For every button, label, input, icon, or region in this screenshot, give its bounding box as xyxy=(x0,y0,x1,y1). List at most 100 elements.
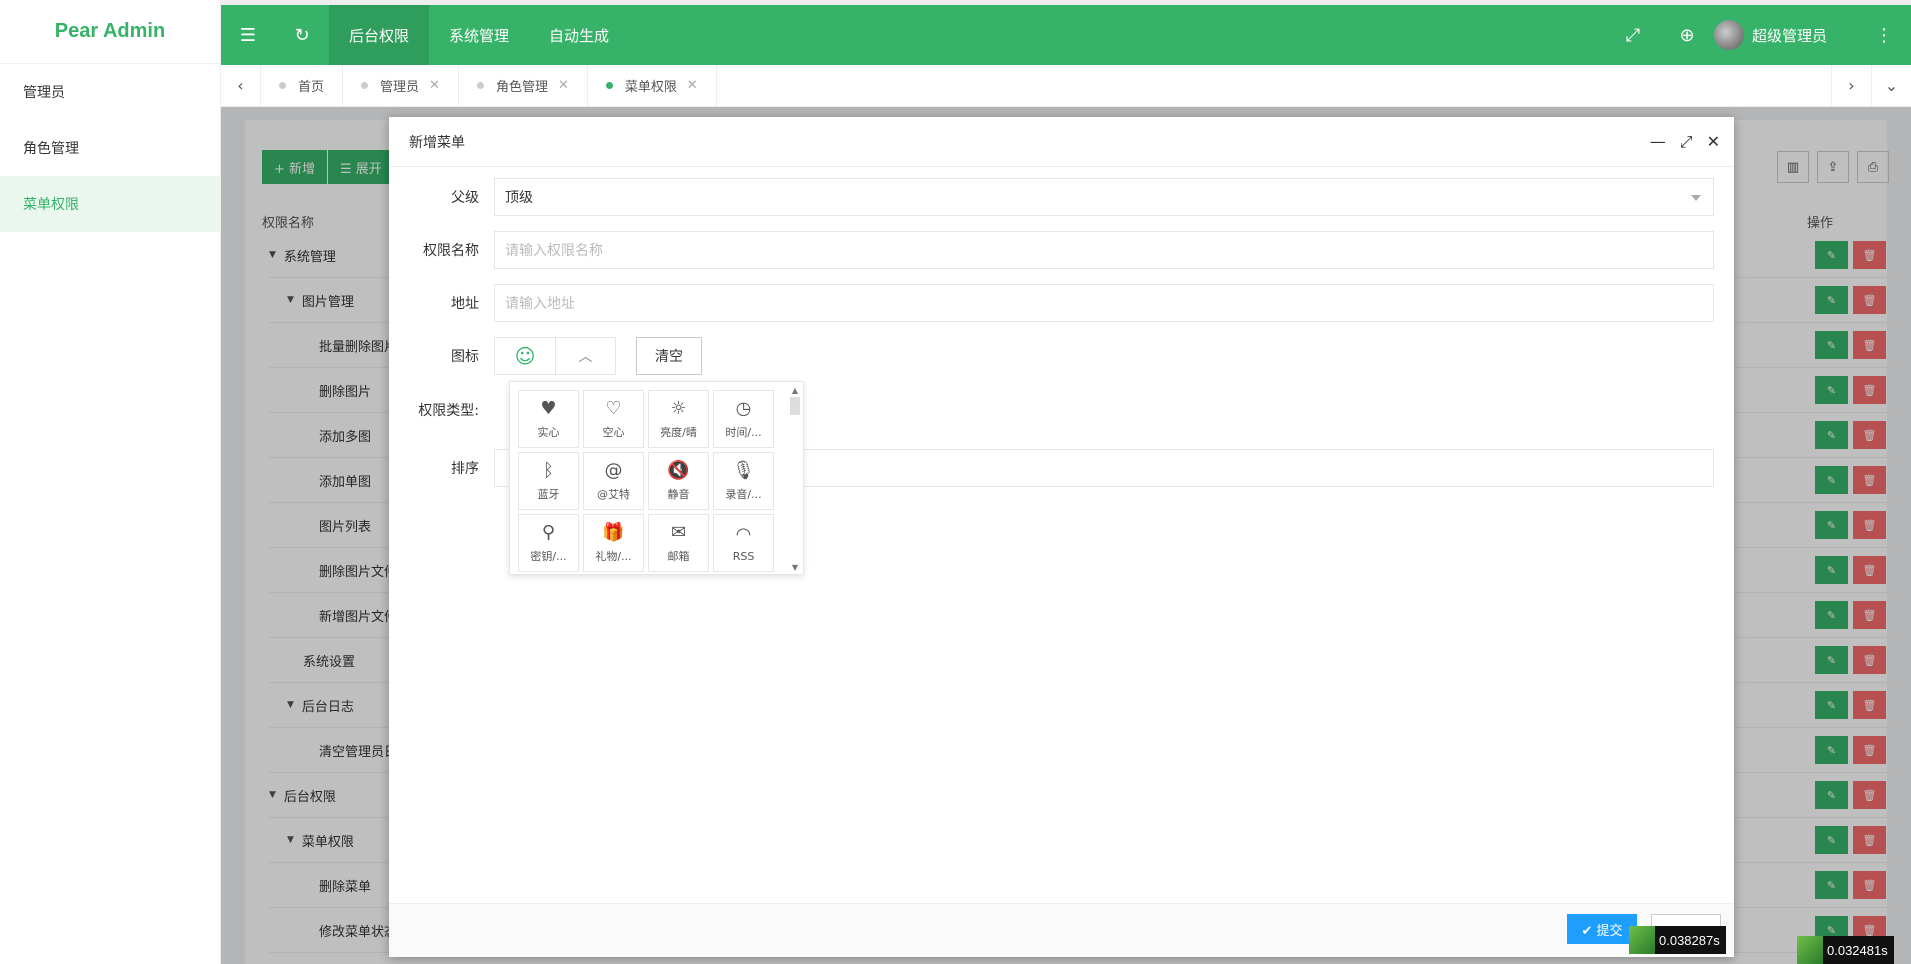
icon-dropdown-panel: ♥ 实心 ♡ 空心 ☼ 亮度/晴 ◷ 时间/... ᛒ 蓝牙 @ @艾特 🔇 静音 🎙 录音/... ⚲ 密钥/.… xyxy=(509,381,804,575)
parent-select[interactable]: 顶级 xyxy=(494,178,1714,216)
tab-dot xyxy=(361,82,369,89)
nav-system-management[interactable]: 系统管理 xyxy=(429,5,529,65)
icon-option-label: 录音/... xyxy=(725,488,762,501)
icon-glyph: ◷ xyxy=(735,398,752,419)
menu-toggle-icon[interactable]: ☰ xyxy=(221,5,275,65)
icon-option-label: 静音 xyxy=(667,488,690,501)
icon-glyph: ᛒ xyxy=(543,460,554,481)
icon-option[interactable]: ☼ 亮度/晴 xyxy=(648,390,709,448)
tab-scroll-left-icon[interactable]: ‹ xyxy=(221,64,261,107)
icon-label: 图标 xyxy=(451,349,479,365)
icon-option[interactable]: 🔇 静音 xyxy=(648,452,709,510)
dialog-footer: ✔ 提交 xyxy=(389,903,1734,957)
icon-option[interactable]: 🎙 录音/... xyxy=(713,452,774,510)
tab-dot xyxy=(476,82,484,89)
icon-glyph: ◠ xyxy=(735,523,752,545)
tab-scroll-right-icon[interactable]: › xyxy=(1831,64,1871,107)
icon-option-label: 实心 xyxy=(537,426,560,439)
icon-option[interactable]: ♥ 实心 xyxy=(518,390,579,448)
timer-value: 0.032481s xyxy=(1827,942,1888,958)
icon-option-label: 邮箱 xyxy=(667,550,690,563)
refresh-icon[interactable]: ↻ xyxy=(275,5,329,65)
icon-option-label: 礼物/... xyxy=(595,550,632,563)
globe-icon[interactable]: ⊕ xyxy=(1660,5,1714,65)
icon-option[interactable]: ◷ 时间/... xyxy=(713,390,774,448)
top-header: ☰ ↻ 后台权限 系统管理 自动生成 ⤢ ⊕ 超级管理员 ⋮ xyxy=(221,5,1911,65)
url-input[interactable]: 请输入地址 xyxy=(494,284,1714,322)
clear-icon-button[interactable]: 清空 xyxy=(636,337,702,375)
chevron-down-icon xyxy=(1691,195,1701,201)
dialog-title: 新增菜单 xyxy=(409,134,465,151)
type-label: 权限类型: xyxy=(418,403,479,419)
sidebar-item-admins[interactable]: 管理员 xyxy=(0,64,220,120)
icon-option[interactable]: 🎁 礼物/... xyxy=(583,514,644,572)
fullscreen-icon[interactable]: ⤢ xyxy=(1606,5,1660,65)
timer-badge: 0.032481s xyxy=(1797,936,1894,964)
scroll-down-icon[interactable]: ▼ xyxy=(789,563,801,572)
close-icon[interactable]: ✕ xyxy=(687,78,698,93)
icon-glyph: ☼ xyxy=(670,398,687,419)
close-icon[interactable]: ✕ xyxy=(429,78,440,93)
icon-option-label: 时间/... xyxy=(725,426,762,439)
nav-auto-generate[interactable]: 自动生成 xyxy=(529,5,629,65)
maximize-icon[interactable]: ⤢ xyxy=(1680,132,1693,152)
scroll-thumb[interactable] xyxy=(790,397,800,415)
icon-glyph: ⚲ xyxy=(541,522,556,543)
icon-picker[interactable]: ☺ ︿ xyxy=(494,337,616,375)
tab-menu-permissions[interactable]: 菜单权限 ✕ xyxy=(588,64,717,107)
scroll-up-icon[interactable]: ▲ xyxy=(789,386,801,395)
tab-home[interactable]: 首页 xyxy=(261,64,344,107)
timer-logo-icon xyxy=(1797,936,1823,964)
icon-glyph: 🔇 xyxy=(667,460,690,481)
more-icon[interactable]: ⋮ xyxy=(1857,5,1911,65)
timer-badge: 0.038287s xyxy=(1629,926,1726,954)
scrollbar[interactable]: ▲ ▼ xyxy=(789,386,801,572)
tab-label: 菜单权限 xyxy=(624,80,677,95)
icon-option-label: 蓝牙 xyxy=(537,488,560,501)
icon-option[interactable]: ♡ 空心 xyxy=(583,390,644,448)
sidebar-item-roles[interactable]: 角色管理 xyxy=(0,120,220,176)
avatar[interactable] xyxy=(1713,20,1744,50)
smile-icon[interactable]: ☺ xyxy=(495,338,555,374)
close-icon[interactable]: ✕ xyxy=(558,78,569,93)
submit-button[interactable]: ✔ 提交 xyxy=(1567,914,1637,944)
icon-option[interactable]: ⚲ 密钥/... xyxy=(518,514,579,572)
tab-admins[interactable]: 管理员 ✕ xyxy=(343,64,459,107)
timer-value: 0.038287s xyxy=(1659,932,1720,948)
icon-glyph: @ xyxy=(604,460,623,481)
tab-bar: ‹ 首页 管理员 ✕ 角色管理 ✕ 菜单权限 ✕ › ⌄ xyxy=(221,64,1911,107)
close-icon[interactable]: ✕ xyxy=(1707,132,1720,152)
icon-option-label: 密钥/... xyxy=(530,550,567,563)
add-menu-dialog: 新增菜单 — ⤢ ✕ 父级 顶级 权限名称 请输入权限名称 地址 请输入地址 图… xyxy=(389,117,1734,957)
tab-label: 首页 xyxy=(298,80,325,95)
icon-option-label: 亮度/晴 xyxy=(660,426,697,439)
app-logo: Pear Admin xyxy=(0,0,220,64)
tab-roles[interactable]: 角色管理 ✕ xyxy=(459,64,588,107)
tab-dot xyxy=(279,82,286,89)
icon-option[interactable]: ◠ RSS xyxy=(713,514,774,572)
sidebar-item-menu-permissions[interactable]: 菜单权限 xyxy=(0,176,220,232)
chevron-down-icon[interactable]: ⌄ xyxy=(1871,64,1911,107)
permission-name-input[interactable]: 请输入权限名称 xyxy=(494,231,1714,269)
timer-logo-icon xyxy=(1629,926,1655,954)
chevron-up-icon[interactable]: ︿ xyxy=(555,338,615,374)
minimize-icon[interactable]: — xyxy=(1650,132,1666,152)
tab-label: 管理员 xyxy=(380,80,420,95)
icon-option-label: @艾特 xyxy=(597,488,630,501)
icon-option[interactable]: @ @艾特 xyxy=(583,452,644,510)
icon-glyph: ✉ xyxy=(670,522,687,543)
sidebar: Pear Admin 管理员 角色管理 菜单权限 xyxy=(0,0,221,964)
name-label: 权限名称 xyxy=(423,243,479,259)
icon-option[interactable]: ✉ 邮箱 xyxy=(648,514,709,572)
parent-value: 顶级 xyxy=(505,190,533,206)
icon-option-label: RSS xyxy=(732,549,755,563)
nav-backend-permissions[interactable]: 后台权限 xyxy=(329,5,430,65)
icon-glyph: ♥ xyxy=(540,398,557,419)
sort-label: 排序 xyxy=(451,461,479,477)
url-label: 地址 xyxy=(451,296,479,312)
tab-dot xyxy=(605,82,613,89)
username[interactable]: 超级管理员 xyxy=(1752,25,1827,46)
icon-option-label: 空心 xyxy=(602,426,625,439)
icon-glyph: 🎙 xyxy=(732,460,755,481)
icon-option[interactable]: ᛒ 蓝牙 xyxy=(518,452,579,510)
